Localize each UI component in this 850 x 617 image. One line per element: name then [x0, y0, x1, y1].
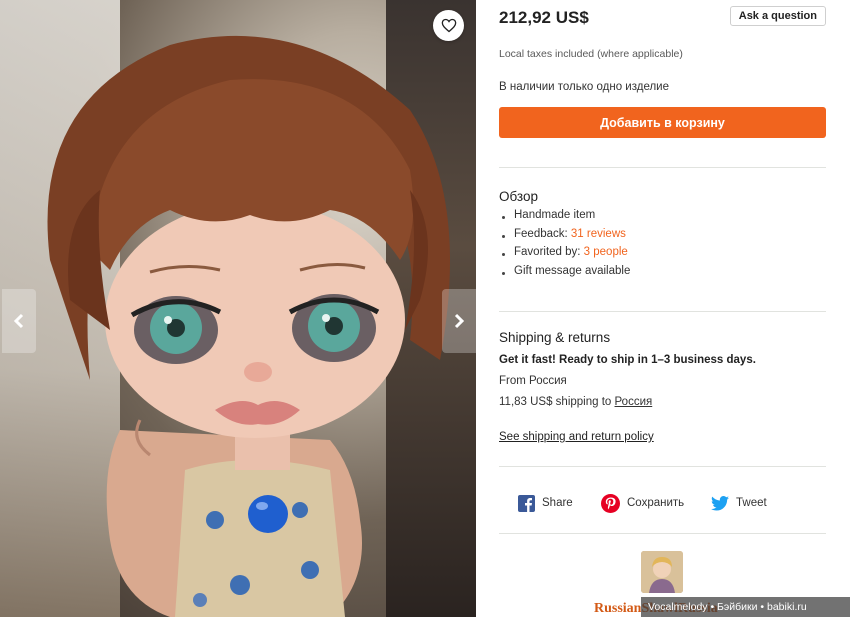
- divider: [499, 533, 826, 534]
- shop-avatar[interactable]: [641, 551, 683, 593]
- overview-item-text: Favorited by:: [514, 246, 584, 258]
- facebook-share-button[interactable]: Share: [518, 492, 573, 514]
- favorite-button[interactable]: [433, 10, 464, 41]
- next-image-button[interactable]: [442, 289, 476, 353]
- heart-icon: [441, 18, 456, 33]
- facebook-icon: [518, 494, 535, 512]
- reviews-link[interactable]: 31 reviews: [571, 228, 626, 240]
- shipping-cost: 11,83 US$ shipping to Россия: [499, 396, 652, 408]
- ask-question-button[interactable]: Ask a question: [729, 6, 826, 26]
- overview-item-text: Handmade item: [514, 209, 596, 221]
- shop-avatar-image: [641, 551, 683, 593]
- divider: [499, 466, 826, 467]
- favorited-by-link[interactable]: 3 people: [584, 246, 628, 258]
- shipping-origin: From Россия: [499, 375, 567, 387]
- overview-item-favorited: Favorited by: 3 people: [499, 246, 630, 265]
- overview-item-text: Gift message available: [514, 264, 631, 277]
- overview-item-feedback: Feedback: 31 reviews: [499, 228, 630, 247]
- add-to-cart-button[interactable]: Добавить в корзину: [499, 107, 826, 138]
- chevron-left-icon: [13, 313, 24, 329]
- share-row: Share Сохранить Tweet: [499, 492, 826, 514]
- twitter-tweet-button[interactable]: Tweet: [711, 492, 767, 514]
- twitter-tweet-label: Tweet: [736, 497, 767, 509]
- shipping-title: Shipping & returns: [499, 330, 611, 345]
- shipping-fast-note: Get it fast! Ready to ship in 1–3 busine…: [499, 354, 756, 366]
- shipping-cost-text: 11,83 US$ shipping to: [499, 396, 615, 408]
- facebook-share-label: Share: [542, 497, 573, 509]
- overview-item-text: Feedback:: [514, 227, 571, 240]
- shipping-policy-link[interactable]: See shipping and return policy: [499, 431, 654, 443]
- previous-image-button[interactable]: [2, 289, 36, 353]
- price: 212,92 US$: [499, 8, 589, 27]
- overview-title: Обзор: [499, 189, 538, 204]
- listing-sidebar: 212,92 US$ Ask a question Local taxes in…: [499, 0, 826, 617]
- pinterest-save-button[interactable]: Сохранить: [601, 492, 684, 514]
- divider: [499, 311, 826, 312]
- overview-list: Handmade item Feedback: 31 reviews Favor…: [499, 209, 630, 283]
- divider: [499, 167, 826, 168]
- stock-note: В наличии только одно изделие: [499, 81, 670, 93]
- overview-item-gift: Gift message available: [499, 265, 630, 284]
- product-photo: [0, 0, 476, 617]
- overview-item-handmade: Handmade item: [499, 209, 630, 228]
- chevron-right-icon: [454, 313, 465, 329]
- twitter-icon: [711, 495, 729, 511]
- pinterest-save-label: Сохранить: [627, 497, 685, 509]
- watermark: Vocalmelody • Бэйбики • babiki.ru: [641, 597, 850, 617]
- pinterest-icon: [601, 493, 620, 513]
- taxes-note: Local taxes included (where applicable): [499, 48, 683, 60]
- doll-illustration: [47, 35, 450, 617]
- shipping-destination-link[interactable]: Россия: [615, 396, 653, 408]
